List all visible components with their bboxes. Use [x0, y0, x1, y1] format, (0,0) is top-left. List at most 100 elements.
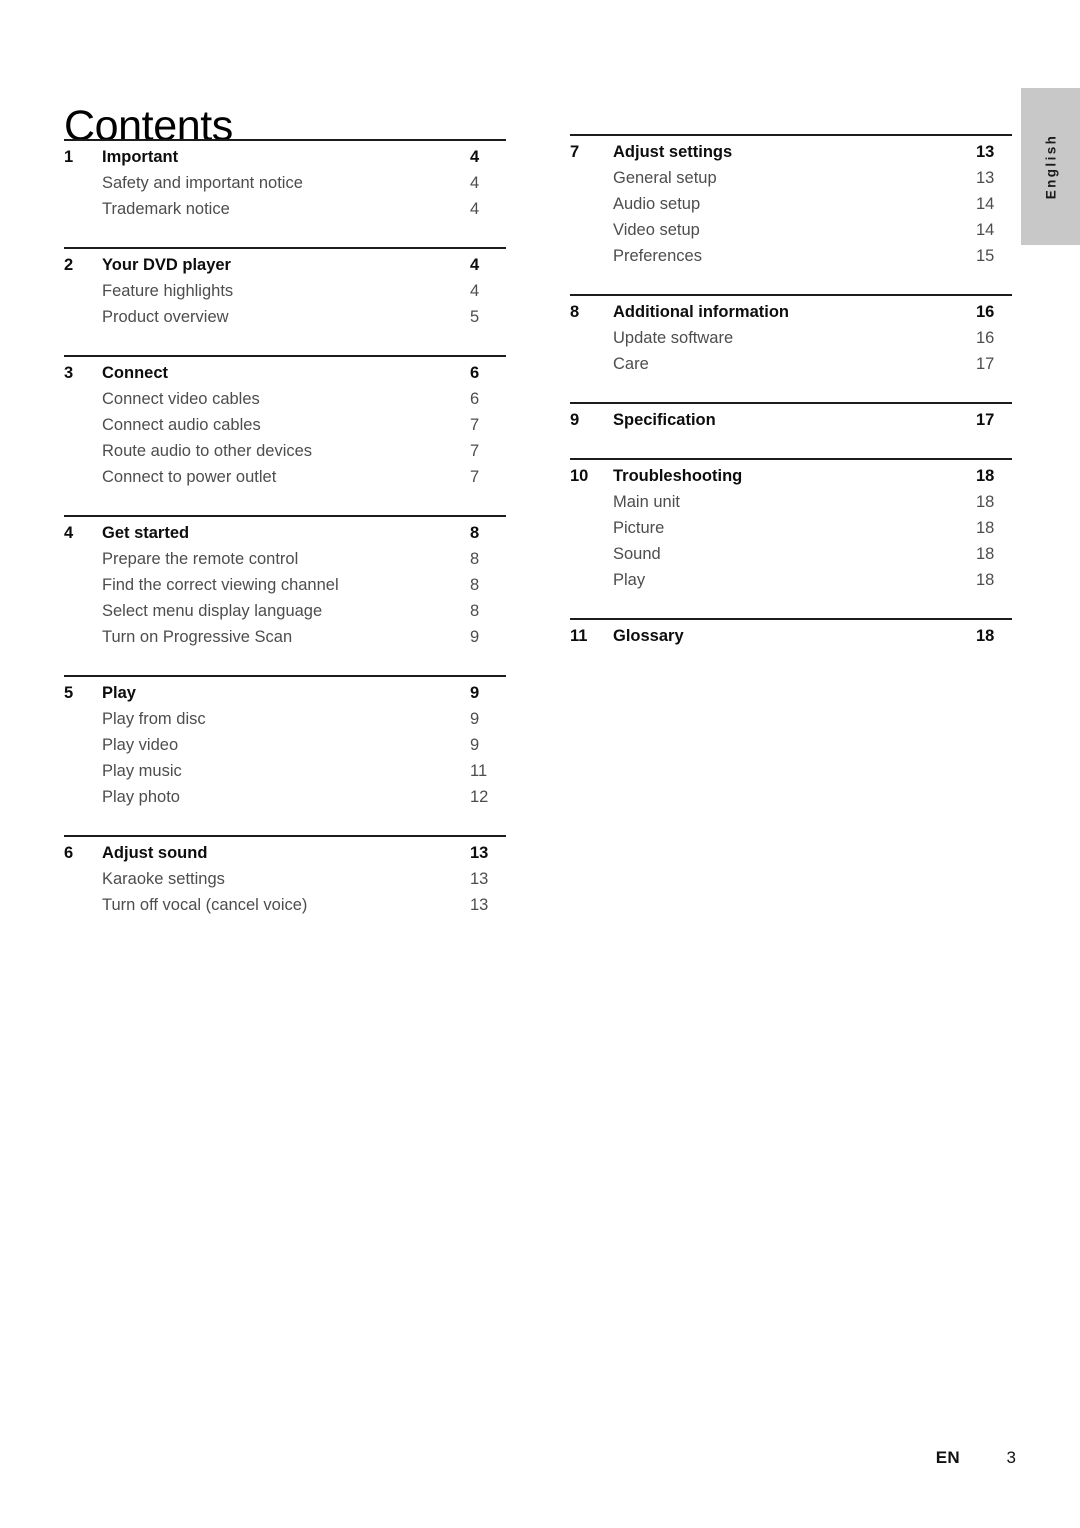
toc-subitem-label: Connect audio cables [102, 416, 261, 434]
toc-subitem-row[interactable]: Update software 16 [570, 329, 1012, 355]
toc-page: English Contents 1 Important 4 Safety and i… [0, 0, 1080, 1528]
toc-subitem-label: Route audio to other devices [102, 442, 313, 460]
toc-subitem-label: Connect video cables [102, 390, 260, 408]
toc-subitem-label: Play photo [102, 788, 180, 806]
toc-subitem-label: Find the correct viewing channel [102, 576, 339, 594]
toc-subitem-label: Update software [613, 329, 734, 347]
toc-subitem-page: 7 [470, 468, 480, 486]
toc-subitem-row[interactable]: Select menu display language 8 [64, 602, 506, 628]
page-footer: EN 3 [0, 1448, 1016, 1468]
toc-section-row[interactable]: 7 Adjust settings 13 [570, 143, 1012, 169]
toc-subitem-page: 13 [470, 896, 489, 914]
toc-subitem-label: Sound [613, 545, 661, 563]
toc-group: 3 Connect 6 Connect video cables 6 Connect au… [64, 355, 506, 494]
toc-section-label: Your DVD player [102, 256, 231, 274]
toc-section-label: Adjust sound [102, 844, 208, 862]
toc-subitem-page: 17 [976, 355, 995, 373]
toc-subitem-row[interactable]: Sound 18 [570, 545, 1012, 571]
language-tab: English [1021, 88, 1080, 245]
toc-subitem-label: Preferences [613, 247, 702, 265]
toc-section-row[interactable]: 2 Your DVD player 4 [64, 256, 506, 282]
toc-section-row[interactable]: 11 Glossary 18 [570, 627, 1012, 653]
toc-subitem-page: 18 [976, 545, 995, 563]
toc-divider [64, 139, 506, 141]
toc-section-number: 3 [64, 364, 74, 382]
toc-subitem-page: 4 [470, 282, 480, 300]
toc-subitem-page: 18 [976, 493, 995, 511]
toc-section-page: 9 [470, 684, 480, 702]
toc-subitem-page: 12 [470, 788, 489, 806]
toc-subitem-label: Turn on Progressive Scan [102, 628, 293, 646]
toc-subitem-label: Play video [102, 736, 179, 754]
language-tab-label: English [1043, 133, 1058, 200]
toc-section-row[interactable]: 8 Additional information 16 [570, 303, 1012, 329]
toc-section-label: Specification [613, 411, 716, 429]
toc-subitem-row[interactable]: Route audio to other devices 7 [64, 442, 506, 468]
toc-section-page: 8 [470, 524, 480, 542]
toc-section-row[interactable]: 9 Specification 17 [570, 411, 1012, 437]
toc-subitem-row[interactable]: Picture 18 [570, 519, 1012, 545]
toc-subitem-row[interactable]: Trademark notice 4 [64, 200, 506, 226]
toc-subitem-row[interactable]: Find the correct viewing channel 8 [64, 576, 506, 602]
toc-subitem-row[interactable]: Video setup 14 [570, 221, 1012, 247]
toc-subitem-row[interactable]: General setup 13 [570, 169, 1012, 195]
toc-divider [64, 675, 506, 677]
toc-subitem-row[interactable]: Connect video cables 6 [64, 390, 506, 416]
toc-divider [570, 294, 1012, 296]
toc-subitem-row[interactable]: Play music 11 [64, 762, 506, 788]
toc-subitem-page: 7 [470, 416, 480, 434]
toc-section-row[interactable]: 4 Get started 8 [64, 524, 506, 550]
toc-subitem-row[interactable]: Preferences 15 [570, 247, 1012, 273]
toc-group: 6 Adjust sound 13 Karaoke settings 13 Turn of… [64, 835, 506, 922]
toc-column-right: 7 Adjust settings 13 General setup 13 Audio s… [570, 134, 1012, 653]
toc-subitem-row[interactable]: Turn on Progressive Scan 9 [64, 628, 506, 654]
toc-section-page: 4 [470, 148, 480, 166]
toc-group: 7 Adjust settings 13 General setup 13 Audio s… [570, 134, 1012, 273]
toc-subitem-page: 14 [976, 221, 995, 239]
footer-page-number: 3 [1006, 1448, 1016, 1467]
toc-subitem-row[interactable]: Safety and important notice 4 [64, 174, 506, 200]
toc-group: 10 Troubleshooting 18 Main unit 18 Picture 18 S… [570, 458, 1012, 597]
toc-section-label: Glossary [613, 627, 684, 645]
toc-subitem-row[interactable]: Play photo 12 [64, 788, 506, 814]
toc-subitem-label: Safety and important notice [102, 174, 303, 192]
toc-section-row[interactable]: 1 Important 4 [64, 148, 506, 174]
toc-subitem-row[interactable]: Main unit 18 [570, 493, 1012, 519]
toc-section-row[interactable]: 3 Connect 6 [64, 364, 506, 390]
toc-subitem-label: Select menu display language [102, 602, 323, 620]
toc-subitem-row[interactable]: Feature highlights 4 [64, 282, 506, 308]
toc-subitem-label: Karaoke settings [102, 870, 225, 888]
toc-section-row[interactable]: 5 Play 9 [64, 684, 506, 710]
toc-subitem-row[interactable]: Product overview 5 [64, 308, 506, 334]
toc-section-label: Troubleshooting [613, 467, 743, 485]
toc-column-left: 1 Important 4 Safety and important notice 4 T… [64, 139, 506, 922]
toc-subitem-row[interactable]: Prepare the remote control 8 [64, 550, 506, 576]
toc-subitem-row[interactable]: Play video 9 [64, 736, 506, 762]
toc-section-row[interactable]: 10 Troubleshooting 18 [570, 467, 1012, 493]
toc-section-number: 2 [64, 256, 74, 274]
toc-section-label: Additional information [613, 303, 789, 321]
toc-subitem-label: Play [613, 571, 646, 589]
toc-section-page: 4 [470, 256, 480, 274]
toc-section-page: 13 [470, 844, 489, 862]
toc-subitem-row[interactable]: Connect audio cables 7 [64, 416, 506, 442]
toc-subitem-row[interactable]: Audio setup 14 [570, 195, 1012, 221]
toc-subitem-page: 9 [470, 736, 480, 754]
toc-section-number: 10 [570, 467, 589, 485]
toc-section-page: 13 [976, 143, 995, 161]
toc-subitem-label: Product overview [102, 308, 229, 326]
toc-subitem-row[interactable]: Connect to power outlet 7 [64, 468, 506, 494]
toc-subitem-page: 9 [470, 628, 480, 646]
toc-subitem-label: Audio setup [613, 195, 701, 213]
toc-divider [570, 618, 1012, 620]
toc-section-number: 7 [570, 143, 580, 161]
toc-subitem-row[interactable]: Turn off vocal (cancel voice) 13 [64, 896, 506, 922]
toc-section-row[interactable]: 6 Adjust sound 13 [64, 844, 506, 870]
toc-section-number: 1 [64, 148, 74, 166]
toc-subitem-page: 14 [976, 195, 995, 213]
toc-group: 8 Additional information 16 Update software… [570, 294, 1012, 381]
toc-subitem-row[interactable]: Play 18 [570, 571, 1012, 597]
toc-subitem-row[interactable]: Play from disc 9 [64, 710, 506, 736]
toc-subitem-row[interactable]: Care 17 [570, 355, 1012, 381]
toc-subitem-row[interactable]: Karaoke settings 13 [64, 870, 506, 896]
